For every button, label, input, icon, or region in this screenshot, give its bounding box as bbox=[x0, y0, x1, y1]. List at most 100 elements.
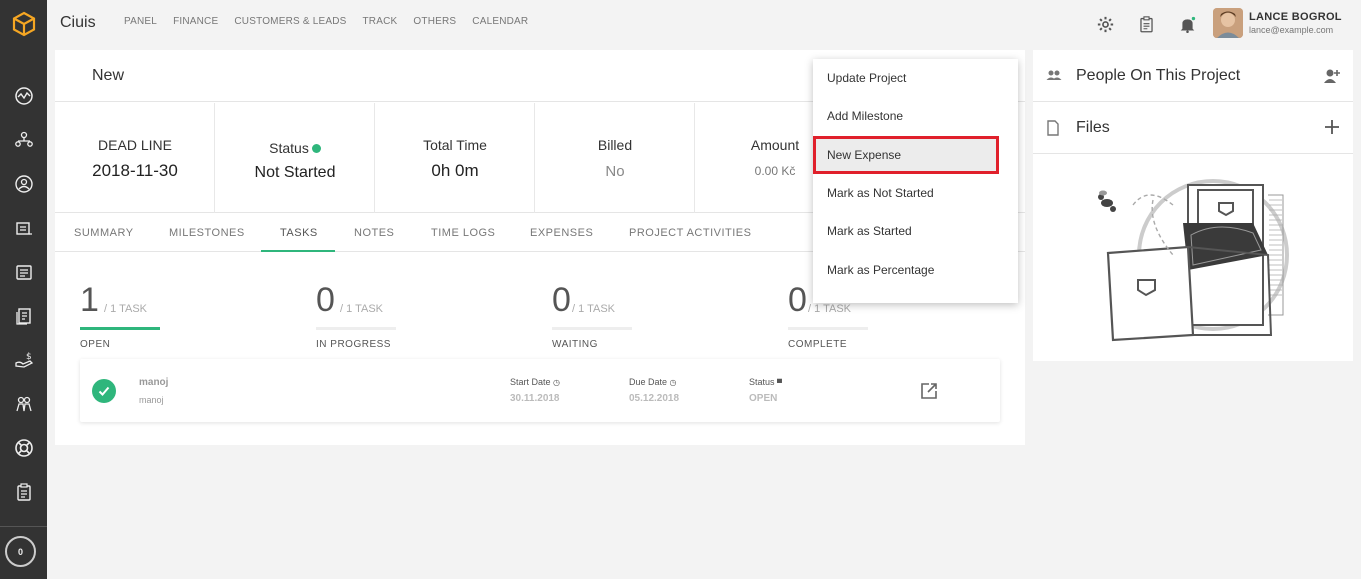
timer-badge[interactable]: 0 bbox=[5, 536, 36, 567]
task-due-label-text: Due Date bbox=[629, 377, 668, 387]
stat-total-time: Total Time 0h 0m bbox=[375, 103, 535, 213]
people-section-header: People On This Project bbox=[1033, 50, 1353, 102]
nav-others[interactable]: OTHERS bbox=[413, 16, 456, 27]
counter-label: WAITING bbox=[552, 339, 598, 350]
counter-number: 0 bbox=[788, 281, 807, 319]
tab-time-logs[interactable]: TIME LOGS bbox=[431, 227, 495, 239]
counter-progress-bar bbox=[788, 327, 868, 330]
counter-label: IN PROGRESS bbox=[316, 339, 391, 350]
nav-track[interactable]: TRACK bbox=[363, 16, 398, 27]
counter-label: OPEN bbox=[80, 339, 111, 350]
top-navigation: PANEL FINANCE CUSTOMERS & LEADS TRACK OT… bbox=[124, 16, 528, 27]
task-due-value: 05.12.2018 bbox=[629, 393, 680, 404]
logo-icon[interactable] bbox=[0, 0, 47, 47]
menu-item-add-milestone[interactable]: Add Milestone bbox=[813, 97, 1018, 135]
files-section-header: Files bbox=[1033, 102, 1353, 154]
people-group-icon bbox=[1046, 67, 1062, 83]
menu-item-update-project[interactable]: Update Project bbox=[813, 59, 1018, 97]
user-email: lance@example.com bbox=[1249, 25, 1334, 35]
avatar[interactable] bbox=[1213, 8, 1243, 38]
task-due-label: Due Date ◷ bbox=[629, 377, 677, 387]
task-complete-checkbox[interactable] bbox=[92, 379, 116, 403]
status-dot bbox=[311, 144, 321, 153]
stat-deadline: DEAD LINE 2018-11-30 bbox=[55, 103, 215, 213]
counter-number: 0 bbox=[552, 281, 571, 319]
invoices-icon[interactable] bbox=[8, 256, 39, 287]
counter-number: 0 bbox=[316, 281, 335, 319]
stat-value: 0h 0m bbox=[431, 161, 479, 180]
file-icon bbox=[1046, 120, 1062, 136]
staff-icon[interactable] bbox=[8, 388, 39, 419]
task-subtitle: manoj bbox=[139, 395, 164, 405]
stat-label: Status bbox=[215, 140, 375, 156]
clipboard-icon[interactable] bbox=[1136, 14, 1156, 34]
menu-item-mark-started[interactable]: Mark as Started bbox=[813, 212, 1018, 250]
stat-billed: Billed No bbox=[535, 103, 695, 213]
stat-label: DEAD LINE bbox=[98, 137, 172, 153]
menu-item-mark-not-started[interactable]: Mark as Not Started bbox=[813, 174, 1018, 212]
tab-expenses[interactable]: EXPENSES bbox=[530, 227, 593, 239]
counter-total: / 1 TASK bbox=[104, 303, 148, 315]
customers-icon[interactable] bbox=[8, 124, 39, 155]
task-title[interactable]: manoj bbox=[139, 377, 168, 388]
counter-label: COMPLETE bbox=[788, 339, 848, 350]
support-icon[interactable] bbox=[8, 432, 39, 463]
nav-customers-leads[interactable]: CUSTOMERS & LEADS bbox=[234, 16, 346, 27]
add-file-icon[interactable] bbox=[1323, 118, 1341, 136]
menu-item-new-expense[interactable]: New Expense bbox=[813, 136, 999, 174]
nav-panel[interactable]: PANEL bbox=[124, 16, 157, 27]
dashboard-icon[interactable] bbox=[8, 80, 39, 111]
files-title: Files bbox=[1076, 119, 1110, 136]
projects-icon[interactable] bbox=[8, 212, 39, 243]
counter-total: / 1 TASK bbox=[340, 303, 384, 315]
status-label-text: Status bbox=[269, 140, 309, 156]
app-name[interactable]: Ciuis bbox=[60, 14, 96, 32]
empty-files-illustration bbox=[1093, 175, 1293, 345]
settings-gear-icon[interactable] bbox=[1095, 14, 1115, 34]
counter-open: 1 / 1 TASK OPEN bbox=[80, 275, 200, 355]
clock-icon: ◷ bbox=[669, 378, 677, 387]
flag-icon: ▀ bbox=[777, 380, 782, 387]
counter-total: / 1 TASK bbox=[808, 303, 852, 315]
counter-in-progress: 0 / 1 TASK IN PROGRESS bbox=[316, 275, 436, 355]
stat-label: Total Time bbox=[423, 137, 487, 153]
tab-milestones[interactable]: MILESTONES bbox=[169, 227, 245, 239]
stat-value: Not Started bbox=[254, 164, 336, 181]
tab-summary[interactable]: SUMMARY bbox=[74, 227, 134, 239]
tab-notes[interactable]: NOTES bbox=[354, 227, 394, 239]
people-title: People On This Project bbox=[1076, 67, 1241, 84]
menu-item-mark-percentage[interactable]: Mark as Percentage bbox=[813, 251, 1018, 289]
documents-icon[interactable] bbox=[8, 300, 39, 331]
task-start-label: Start Date ◷ bbox=[510, 377, 560, 387]
task-status-label-text: Status bbox=[749, 377, 775, 387]
nav-calendar[interactable]: CALENDAR bbox=[472, 16, 528, 27]
svg-text:$: $ bbox=[26, 352, 32, 362]
nav-finance[interactable]: FINANCE bbox=[173, 16, 218, 27]
tab-tasks[interactable]: TASKS bbox=[280, 227, 318, 239]
leads-icon[interactable] bbox=[8, 168, 39, 199]
counter-waiting: 0 / 1 TASK WAITING bbox=[552, 275, 672, 355]
counter-total: / 1 TASK bbox=[572, 303, 616, 315]
project-title: New bbox=[92, 67, 125, 84]
topbar: Ciuis PANEL FINANCE CUSTOMERS & LEADS TR… bbox=[47, 0, 1361, 47]
clock-icon: ◷ bbox=[553, 378, 561, 387]
stat-value: 2018-11-30 bbox=[92, 161, 178, 180]
task-start-value: 30.11.2018 bbox=[510, 393, 560, 404]
sidebar-divider bbox=[0, 526, 47, 527]
counter-progress-fill bbox=[80, 327, 160, 330]
counter-progress-bar bbox=[80, 327, 160, 330]
open-external-icon[interactable] bbox=[920, 382, 938, 400]
stat-label: Billed bbox=[597, 137, 633, 153]
tab-project-activities[interactable]: PROJECT ACTIVITIES bbox=[629, 227, 752, 239]
user-name[interactable]: LANCE BOGROL bbox=[1249, 11, 1342, 23]
expenses-icon[interactable]: $ bbox=[8, 344, 39, 375]
notification-bell-icon[interactable] bbox=[1177, 14, 1197, 34]
task-status-label: Status ▀ bbox=[749, 377, 782, 387]
add-person-icon[interactable] bbox=[1323, 67, 1341, 85]
counter-number: 1 bbox=[80, 281, 99, 319]
task-row[interactable]: manoj manoj Start Date ◷ 30.11.2018 Due … bbox=[80, 359, 1000, 422]
tasks-icon[interactable] bbox=[8, 476, 39, 507]
task-status-value: OPEN bbox=[749, 393, 778, 404]
stat-status: Status Not Started bbox=[215, 103, 375, 213]
sidebar: $ 0 bbox=[0, 0, 47, 579]
